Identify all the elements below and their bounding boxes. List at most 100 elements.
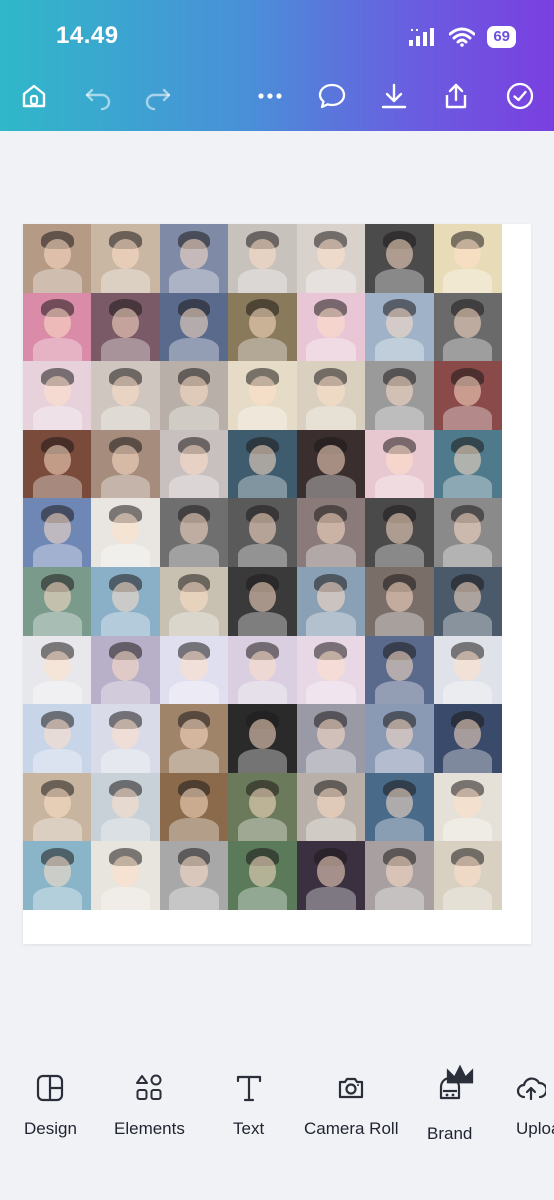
photo-tile[interactable] [91, 772, 160, 842]
photo-tile[interactable] [228, 361, 297, 430]
photo-tile[interactable] [228, 635, 297, 705]
photo-tile[interactable] [296, 704, 366, 773]
share-button[interactable] [438, 78, 474, 114]
photo-tile[interactable] [159, 566, 229, 636]
photo-tile[interactable] [23, 566, 92, 636]
photo-face [454, 719, 482, 750]
nav-design[interactable]: Design [24, 1073, 77, 1139]
photo-tile[interactable] [159, 635, 229, 705]
photo-tile[interactable] [91, 224, 160, 293]
photo-tile[interactable] [91, 841, 160, 910]
photo-body [32, 475, 82, 499]
photo-tile[interactable] [365, 772, 434, 842]
photo-body [101, 886, 151, 910]
photo-face [43, 444, 71, 476]
photo-body [169, 886, 219, 910]
photo-tile[interactable] [365, 361, 434, 430]
photo-tile[interactable] [365, 841, 434, 910]
photo-face [248, 307, 277, 338]
photo-tile[interactable] [365, 429, 434, 499]
photo-tile[interactable] [23, 361, 92, 430]
photo-tile[interactable] [228, 772, 297, 842]
photo-tile[interactable] [228, 224, 297, 293]
photo-tile[interactable] [91, 429, 160, 499]
photo-tile[interactable] [228, 292, 297, 362]
photo-collage-grid[interactable] [23, 224, 502, 910]
photo-tile[interactable] [23, 498, 92, 567]
nav-design-label: Design [24, 1119, 77, 1138]
done-button[interactable] [502, 78, 538, 114]
photo-tile[interactable] [296, 292, 366, 362]
photo-tile[interactable] [296, 361, 366, 430]
photo-face [180, 856, 208, 887]
photo-tile[interactable] [365, 498, 434, 567]
photo-face [454, 787, 482, 819]
photo-tile[interactable] [365, 566, 434, 636]
photo-tile[interactable] [296, 635, 366, 705]
photo-tile[interactable] [433, 429, 502, 499]
photo-tile[interactable] [228, 498, 297, 567]
photo-tile[interactable] [159, 292, 229, 362]
photo-tile[interactable] [296, 566, 366, 636]
photo-tile[interactable] [433, 292, 502, 362]
photo-tile[interactable] [159, 224, 229, 293]
photo-tile[interactable] [159, 498, 229, 567]
photo-tile[interactable] [433, 704, 502, 773]
photo-tile[interactable] [159, 841, 229, 910]
photo-tile[interactable] [433, 566, 502, 636]
photo-tile[interactable] [433, 224, 502, 293]
photo-body [306, 543, 356, 567]
undo-button[interactable] [80, 78, 116, 114]
photo-tile[interactable] [228, 841, 297, 910]
nav-elements[interactable]: Elements [114, 1073, 185, 1139]
photo-tile[interactable] [296, 429, 366, 499]
nav-camera-roll[interactable]: Camera Roll [304, 1073, 398, 1139]
photo-tile[interactable] [23, 772, 92, 842]
photo-tile[interactable] [296, 841, 366, 910]
photo-tile[interactable] [23, 841, 92, 910]
photo-tile[interactable] [433, 498, 502, 567]
photo-tile[interactable] [91, 498, 160, 567]
photo-tile[interactable] [433, 772, 502, 842]
more-options-button[interactable] [252, 78, 288, 114]
photo-tile[interactable] [91, 635, 160, 705]
photo-tile[interactable] [365, 292, 434, 362]
comment-button[interactable] [314, 78, 350, 114]
photo-tile[interactable] [228, 566, 297, 636]
photo-tile[interactable] [365, 704, 434, 773]
photo-tile[interactable] [91, 704, 160, 773]
photo-tile[interactable] [23, 429, 92, 499]
photo-tile[interactable] [296, 498, 366, 567]
redo-button[interactable] [140, 78, 176, 114]
photo-tile[interactable] [159, 704, 229, 773]
photo-tile[interactable] [159, 772, 229, 842]
photo-body [306, 886, 356, 910]
photo-tile[interactable] [159, 361, 229, 430]
photo-tile[interactable] [23, 292, 92, 362]
photo-tile[interactable] [365, 224, 434, 293]
design-page[interactable] [23, 224, 531, 944]
photo-tile[interactable] [23, 224, 92, 293]
nav-uploads[interactable]: Uploads [516, 1073, 554, 1139]
photo-tile[interactable] [228, 429, 297, 499]
photo-tile[interactable] [433, 841, 502, 910]
photo-tile[interactable] [91, 361, 160, 430]
photo-tile[interactable] [159, 429, 229, 499]
photo-tile[interactable] [296, 772, 366, 842]
photo-tile[interactable] [433, 635, 502, 705]
photo-tile[interactable] [433, 361, 502, 430]
photo-tile[interactable] [23, 704, 92, 773]
photo-face [180, 650, 208, 681]
download-button[interactable] [376, 78, 412, 114]
nav-text[interactable]: Text [233, 1073, 264, 1139]
photo-tile[interactable] [91, 566, 160, 636]
photo-tile[interactable] [23, 635, 92, 705]
photo-tile[interactable] [91, 292, 160, 362]
photo-body [237, 337, 288, 362]
nav-brand[interactable]: Brand [427, 1064, 473, 1144]
home-button[interactable] [16, 78, 52, 114]
photo-tile[interactable] [365, 635, 434, 705]
photo-tile[interactable] [228, 704, 297, 773]
cellular-signal-icon [409, 28, 435, 46]
photo-tile[interactable] [296, 224, 366, 293]
